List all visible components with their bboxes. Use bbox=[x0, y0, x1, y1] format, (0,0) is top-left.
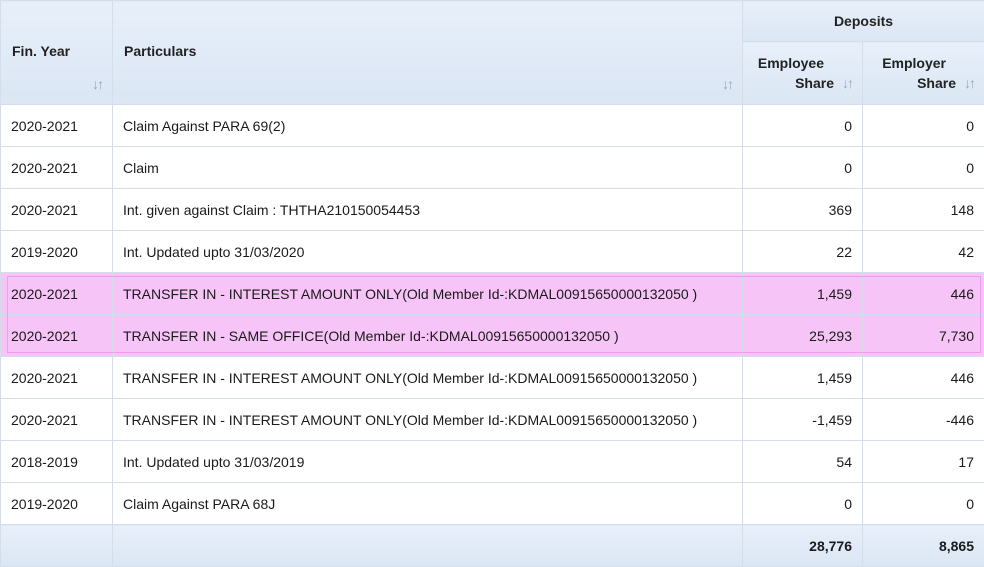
column-group-deposits: Deposits bbox=[742, 0, 984, 42]
employer-share-cell: 42 bbox=[862, 230, 984, 273]
table-row-highlighted: 2020-2021 TRANSFER IN - INTEREST AMOUNT … bbox=[0, 272, 984, 315]
particulars-cell: Int. given against Claim : THTHA21015005… bbox=[112, 188, 743, 231]
employee-share-cell: 22 bbox=[742, 230, 863, 273]
employer-share-cell: 446 bbox=[862, 272, 984, 315]
particulars-cell: TRANSFER IN - INTEREST AMOUNT ONLY(Old M… bbox=[112, 272, 743, 315]
particulars-cell: Claim bbox=[112, 146, 743, 189]
fin-year-cell: 2020-2021 bbox=[0, 146, 113, 189]
particulars-cell: Claim Against PARA 69(2) bbox=[112, 104, 743, 147]
totals-empty-cell bbox=[0, 524, 113, 567]
employer-share-cell: 0 bbox=[862, 104, 984, 147]
passbook-table: Fin. Year ↓↑ Particulars ↓↑ Deposits Emp… bbox=[0, 0, 984, 567]
table-row: 2020-2021 TRANSFER IN - INTEREST AMOUNT … bbox=[0, 356, 984, 399]
employee-share-cell: 0 bbox=[742, 482, 863, 525]
table-row: 2020-2021 Claim 0 0 bbox=[0, 146, 984, 189]
total-employer-share: 8,865 bbox=[862, 524, 984, 567]
fin-year-cell: 2019-2020 bbox=[0, 230, 113, 273]
employer-share-cell: 446 bbox=[862, 356, 984, 399]
employee-share-label-line2: Share bbox=[795, 75, 834, 91]
column-header-employer-share[interactable]: Employer Share ↓↑ bbox=[862, 41, 984, 105]
particulars-cell: Claim Against PARA 68J bbox=[112, 482, 743, 525]
table-row: 2019-2020 Claim Against PARA 68J 0 0 bbox=[0, 482, 984, 525]
sort-arrows-icon[interactable]: ↓↑ bbox=[722, 76, 734, 92]
employee-share-label-line1: Employee bbox=[757, 55, 824, 71]
employer-share-label-line1: Employer bbox=[882, 55, 946, 71]
totals-row: 28,776 8,865 bbox=[0, 524, 984, 567]
employer-share-cell: 0 bbox=[862, 146, 984, 189]
passbook-table-container: Fin. Year ↓↑ Particulars ↓↑ Deposits Emp… bbox=[0, 0, 984, 567]
fin-year-cell: 2020-2021 bbox=[0, 314, 113, 357]
table-row: 2018-2019 Int. Updated upto 31/03/2019 5… bbox=[0, 440, 984, 483]
employer-share-cell: 148 bbox=[862, 188, 984, 231]
table-row: 2020-2021 TRANSFER IN - INTEREST AMOUNT … bbox=[0, 398, 984, 441]
employer-share-cell: 7,730 bbox=[862, 314, 984, 357]
fin-year-cell: 2020-2021 bbox=[0, 104, 113, 147]
fin-year-cell: 2019-2020 bbox=[0, 482, 113, 525]
employee-share-cell: 54 bbox=[742, 440, 863, 483]
fin-year-cell: 2020-2021 bbox=[0, 398, 113, 441]
employer-share-label-line2: Share bbox=[917, 75, 956, 91]
employee-share-cell: 25,293 bbox=[742, 314, 863, 357]
totals-empty-cell bbox=[112, 524, 743, 567]
deposits-header-label: Deposits bbox=[833, 13, 894, 29]
employee-share-cell: 0 bbox=[742, 104, 863, 147]
column-header-employee-share[interactable]: Employee Share ↓↑ bbox=[742, 41, 863, 105]
column-header-fin-year[interactable]: Fin. Year ↓↑ bbox=[0, 0, 113, 105]
particulars-header-label: Particulars bbox=[124, 43, 197, 59]
sort-arrows-icon[interactable]: ↓↑ bbox=[92, 76, 104, 92]
table-row-highlighted: 2020-2021 TRANSFER IN - SAME OFFICE(Old … bbox=[0, 314, 984, 357]
employer-share-cell: 17 bbox=[862, 440, 984, 483]
sort-arrows-icon[interactable]: ↓↑ bbox=[842, 73, 854, 93]
fin-year-header-label: Fin. Year bbox=[12, 43, 71, 59]
table-row: 2020-2021 Int. given against Claim : THT… bbox=[0, 188, 984, 231]
fin-year-cell: 2020-2021 bbox=[0, 272, 113, 315]
fin-year-cell: 2020-2021 bbox=[0, 188, 113, 231]
table-row: 2019-2020 Int. Updated upto 31/03/2020 2… bbox=[0, 230, 984, 273]
total-employee-share: 28,776 bbox=[742, 524, 863, 567]
particulars-cell: TRANSFER IN - INTEREST AMOUNT ONLY(Old M… bbox=[112, 398, 743, 441]
particulars-cell: TRANSFER IN - SAME OFFICE(Old Member Id-… bbox=[112, 314, 743, 357]
employee-share-cell: 1,459 bbox=[742, 356, 863, 399]
employer-share-cell: -446 bbox=[862, 398, 984, 441]
particulars-cell: Int. Updated upto 31/03/2019 bbox=[112, 440, 743, 483]
sort-arrows-icon[interactable]: ↓↑ bbox=[964, 73, 976, 93]
fin-year-cell: 2018-2019 bbox=[0, 440, 113, 483]
employee-share-cell: -1,459 bbox=[742, 398, 863, 441]
employee-share-cell: 1,459 bbox=[742, 272, 863, 315]
column-header-particulars[interactable]: Particulars ↓↑ bbox=[112, 0, 743, 105]
particulars-cell: Int. Updated upto 31/03/2020 bbox=[112, 230, 743, 273]
employee-share-cell: 0 bbox=[742, 146, 863, 189]
employee-share-cell: 369 bbox=[742, 188, 863, 231]
fin-year-cell: 2020-2021 bbox=[0, 356, 113, 399]
table-row: 2020-2021 Claim Against PARA 69(2) 0 0 bbox=[0, 104, 984, 147]
particulars-cell: TRANSFER IN - INTEREST AMOUNT ONLY(Old M… bbox=[112, 356, 743, 399]
employer-share-cell: 0 bbox=[862, 482, 984, 525]
